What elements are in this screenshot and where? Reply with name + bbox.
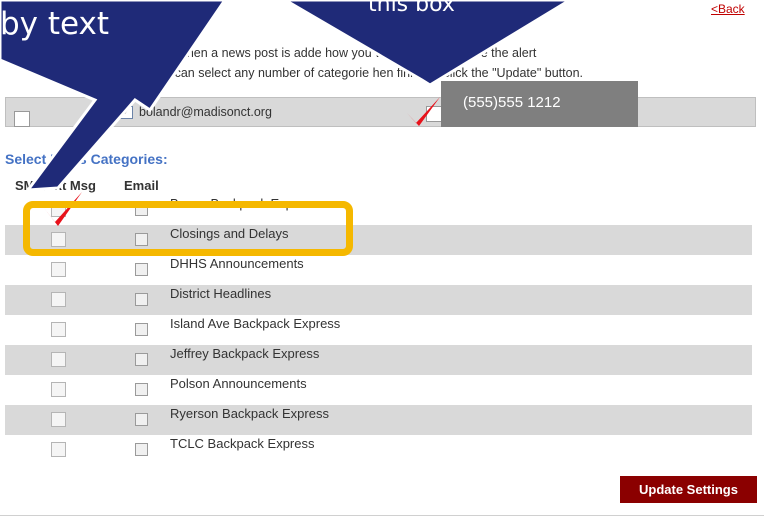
callout-text-center: this box: [368, 0, 455, 17]
update-settings-button[interactable]: Update Settings: [620, 476, 757, 503]
email-checkbox[interactable]: [135, 353, 148, 366]
sms-checkbox[interactable]: [51, 292, 66, 307]
email-address-label: bolandr@madisonct.org: [139, 105, 272, 119]
category-row: Ryerson Backpack Express: [5, 405, 752, 435]
category-row: Jeffrey Backpack Express: [5, 345, 752, 375]
column-header-sms: SMS/Txt Msg: [15, 178, 96, 193]
callout-text-left: by text: [0, 6, 110, 42]
sms-checkbox[interactable]: [51, 352, 66, 367]
intro-line-2: You can select any number of categorie h…: [150, 66, 583, 80]
column-header-email: Email: [124, 178, 159, 193]
category-label: Polson Announcements: [170, 376, 307, 391]
category-row: Polson Announcements: [5, 375, 752, 405]
sms-checkbox[interactable]: [51, 442, 66, 457]
sms-checkbox[interactable]: [51, 262, 66, 277]
email-checkbox[interactable]: [135, 443, 148, 456]
category-label: DHHS Announcements: [170, 256, 304, 271]
email-checkbox[interactable]: [135, 263, 148, 276]
intro-line-1: alert when a news post is adde how you w…: [150, 46, 537, 60]
category-row: District Headlines: [5, 285, 752, 315]
sms-checkbox[interactable]: [51, 382, 66, 397]
category-label: TCLC Backpack Express: [170, 436, 315, 451]
sms-checkbox[interactable]: [51, 322, 66, 337]
phone-checkbox[interactable]: [426, 106, 442, 122]
email-checkbox[interactable]: [135, 323, 148, 336]
back-link[interactable]: <Back: [711, 2, 745, 16]
sms-checkbox[interactable]: [51, 412, 66, 427]
section-title: Select News Categories:: [5, 151, 168, 167]
email-checkbox[interactable]: [135, 293, 148, 306]
category-row: TCLC Backpack Express: [5, 435, 752, 465]
contact-left-checkbox[interactable]: [14, 111, 30, 127]
bottom-divider: [0, 515, 764, 516]
phone-number-overlay: (555)555 1212: [441, 81, 638, 127]
intro-text: alert when a news post is adde how you w…: [150, 43, 750, 83]
category-label: District Headlines: [170, 286, 272, 301]
email-checkbox[interactable]: [135, 383, 148, 396]
highlight-box: [23, 201, 353, 256]
category-label: Jeffrey Backpack Express: [170, 346, 320, 361]
category-label: Island Ave Backpack Express: [170, 316, 341, 331]
email-checkbox[interactable]: [135, 413, 148, 426]
category-label: Ryerson Backpack Express: [170, 406, 329, 421]
category-row: DHHS Announcements: [5, 255, 752, 285]
email-address-checkbox[interactable]: ✓: [120, 106, 133, 119]
category-row: Island Ave Backpack Express: [5, 315, 752, 345]
contact-methods-bar: ✓ bolandr@madisonct.org: [5, 97, 756, 127]
